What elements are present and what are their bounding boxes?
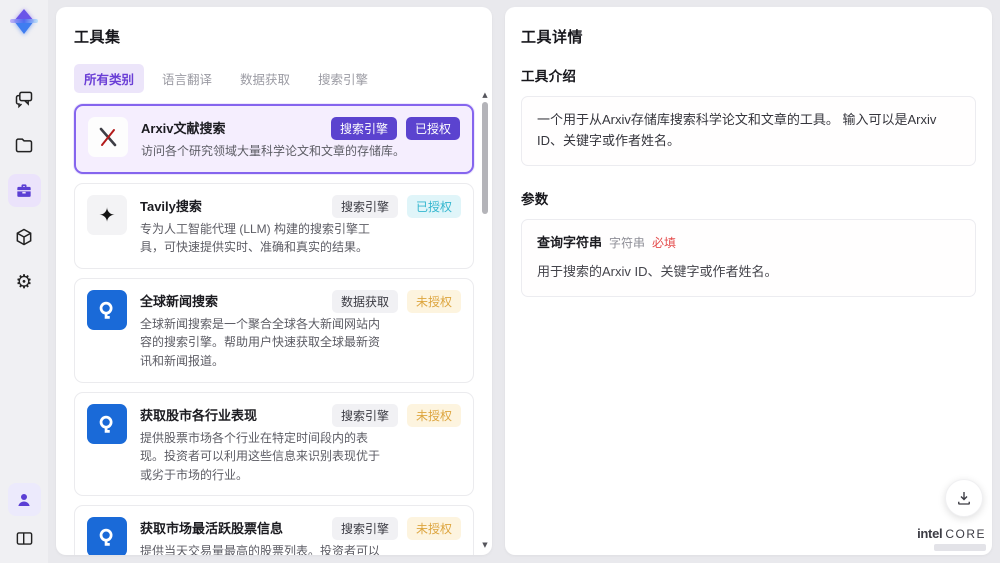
auth-status-badge: 未授权 [406, 403, 461, 427]
tab-data-fetch[interactable]: 数据获取 [230, 64, 300, 93]
category-badge: 搜索引擎 [331, 194, 398, 218]
detail-title: 工具详情 [521, 29, 584, 46]
tool-card-sector-performance[interactable]: 获取股市各行业表现 提供股票市场各个行业在特定时间段内的表现。投资者可以利用这些… [74, 391, 474, 497]
scroll-up-icon[interactable]: ▲ [481, 91, 489, 99]
tool-desc: 访问各个研究领域大量科学论文和文章的存储库。 [141, 144, 406, 158]
tool-detail-panel: 工具详情 工具介绍 一个用于从Arxiv存储库搜索科学论文和文章的工具。 输入可… [505, 7, 992, 555]
tab-all-categories[interactable]: 所有类别 [74, 64, 145, 93]
panel-toggle-icon[interactable] [8, 522, 41, 555]
app-rail: ⚙ [0, 0, 48, 563]
chat-icon[interactable] [8, 82, 41, 115]
tool-intro-box: 一个用于从Arxiv存储库搜索科学论文和文章的工具。 输入可以是Arxiv ID… [521, 96, 976, 166]
cube-icon[interactable] [8, 220, 41, 253]
user-icon[interactable] [7, 483, 41, 516]
tool-card-tavily[interactable]: ✦ Tavily搜索 专为人工智能代理 (LLM) 构建的搜索引擎工具，可快速提… [74, 182, 474, 269]
tab-search-engine[interactable]: 搜索引擎 [308, 64, 378, 93]
download-button[interactable] [945, 479, 983, 517]
tool-card-arxiv[interactable]: Arxiv文献搜索 访问各个研究领域大量科学论文和文章的存储库。 搜索引擎 已授… [74, 104, 474, 174]
list-scrollbar[interactable]: ▲ ▼ [481, 91, 489, 549]
params-heading: 参数 [521, 191, 549, 207]
tab-language-translation[interactable]: 语言翻译 [152, 64, 222, 93]
core-logo-text: CORE [945, 527, 986, 541]
tool-desc: 提供股票市场各个行业在特定时间段内的表现。投资者可以利用这些信息来识别表现优于或… [140, 430, 381, 482]
param-type: 字符串 [609, 235, 646, 250]
tool-card-active-stocks[interactable]: 获取市场最活跃股票信息 提供当天交易量最高的股票列表。投资者可以利用这些信息来识… [74, 505, 474, 555]
param-required-flag: 必填 [652, 235, 677, 250]
tool-desc: 全球新闻搜索是一个聚合全球各大新闻网站内容的搜索引擎。帮助用户快速获取全球最新资… [140, 316, 381, 368]
auth-status-badge: 已授权 [406, 194, 461, 218]
gear-glyph: ⚙ [15, 271, 33, 293]
arxiv-icon [88, 117, 128, 157]
category-badge: 搜索引擎 [331, 403, 398, 427]
auth-status-badge: 已授权 [405, 117, 460, 140]
app-logo-icon [7, 6, 41, 40]
intro-heading: 工具介绍 [521, 69, 577, 84]
category-badge: 数据获取 [331, 289, 398, 313]
brand-subbadge [934, 544, 986, 551]
auth-status-badge: 未授权 [406, 517, 461, 541]
parameter-box: 查询字符串 字符串 必填 用于搜索的Arxiv ID、关键字或作者姓名。 [521, 218, 976, 298]
category-badge: 搜索引擎 [330, 117, 397, 140]
intel-core-logo: intel CORE [917, 526, 986, 551]
scrollbar-thumb[interactable] [482, 102, 488, 214]
app-window: ⚙ 工具集 所有类别 语言翻译 数据获取 搜索引擎 Arxiv文献搜索 访问各个… [0, 0, 1000, 563]
category-badge: 搜索引擎 [331, 517, 398, 541]
settings-gear-icon[interactable]: ⚙ [8, 266, 41, 299]
folder-icon[interactable] [8, 128, 41, 161]
intel-logo-text: intel [917, 526, 943, 541]
page-title: 工具集 [74, 29, 121, 46]
param-name: 查询字符串 [537, 234, 603, 250]
tools-panel: 工具集 所有类别 语言翻译 数据获取 搜索引擎 Arxiv文献搜索 访问各个研究… [56, 7, 492, 555]
auth-status-badge: 未授权 [406, 289, 461, 313]
param-desc: 用于搜索的Arxiv ID、关键字或作者姓名。 [537, 264, 778, 280]
tool-desc: 提供当天交易量最高的股票列表。投资者可以利用这些信息来识别流动性强的股票和潜在的… [140, 544, 381, 555]
stock-sector-search-icon [87, 403, 127, 444]
tool-list: Arxiv文献搜索 访问各个研究领域大量科学论文和文章的存储库。 搜索引擎 已授… [74, 104, 482, 555]
tool-desc: 专为人工智能代理 (LLM) 构建的搜索引擎工具，可快速提供实时、准确和真实的结… [140, 221, 371, 255]
category-tabs: 所有类别 语言翻译 数据获取 搜索引擎 [74, 64, 482, 93]
news-search-icon [87, 289, 127, 330]
toolbox-icon-active[interactable] [7, 174, 41, 207]
tool-card-global-news[interactable]: 全球新闻搜索 全球新闻搜索是一个聚合全球各大新闻网站内容的搜索引擎。帮助用户快速… [74, 277, 474, 383]
tavily-star-icon: ✦ [87, 194, 127, 235]
active-stocks-search-icon [87, 517, 127, 555]
scroll-down-icon[interactable]: ▼ [481, 541, 489, 549]
